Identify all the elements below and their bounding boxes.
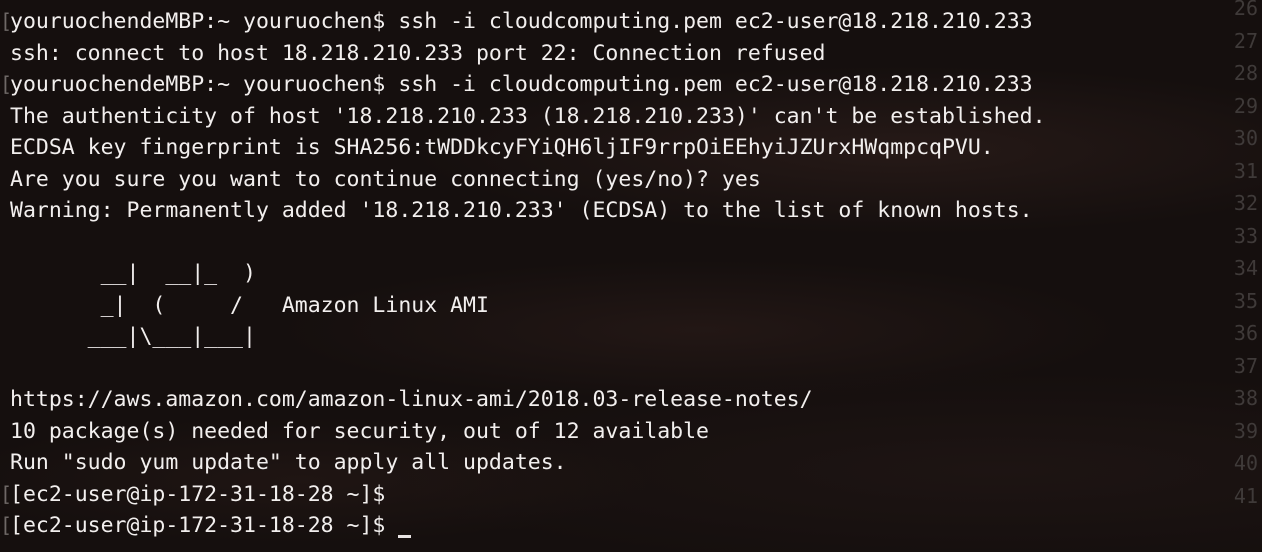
line-number: 26 xyxy=(1233,0,1258,20)
line-number: 27 xyxy=(1233,28,1258,53)
line-number: 28 xyxy=(1233,61,1258,85)
line-number: 29 xyxy=(1233,93,1258,118)
terminal-line-text: ECDSA key fingerprint is SHA256:tWDDkcyF… xyxy=(10,135,994,160)
line-number: 30 xyxy=(1233,126,1258,150)
terminal-line: https://aws.amazon.com/amazon-linux-ami/… xyxy=(10,384,813,415)
terminal-window[interactable]: [youruochendeMBP:~ youruochen$ ssh -i cl… xyxy=(0,0,1262,552)
line-number: 31 xyxy=(1233,158,1258,183)
terminal-line-text: [ec2-user@ip-172-31-18-28 ~]$ xyxy=(10,481,386,507)
line-number: 33 xyxy=(1233,223,1258,248)
terminal-line-text: The authenticity of host '18.218.210.233… xyxy=(10,103,1046,129)
line-marker: [ xyxy=(0,513,13,537)
line-marker: [ xyxy=(0,9,13,33)
terminal-line: [[ec2-user@ip-172-31-18-28 ~]$ xyxy=(0,510,412,541)
terminal-line-text: Are you sure you want to continue connec… xyxy=(10,166,761,192)
line-number: 32 xyxy=(1233,191,1258,215)
terminal-line: ECDSA key fingerprint is SHA256:tWDDkcyF… xyxy=(10,132,994,163)
line-number: 35 xyxy=(1233,288,1258,313)
terminal-line-text: __| __|_ ) xyxy=(10,261,256,286)
terminal-line-text: youruochendeMBP:~ youruochen$ ssh -i clo… xyxy=(10,9,1033,34)
terminal-line: [youruochendeMBP:~ youruochen$ ssh -i cl… xyxy=(0,69,1033,100)
terminal-line: Are you sure you want to continue connec… xyxy=(10,164,761,195)
line-number-gutter: 26 27 28 29 30 31 32 33 34 35 36 37 38 39 40 41 xyxy=(1222,0,1262,552)
terminal-line-text: youruochendeMBP:~ youruochen$ ssh -i clo… xyxy=(10,72,1033,97)
line-marker: [ xyxy=(0,72,13,96)
terminal-line: The authenticity of host '18.218.210.233… xyxy=(10,101,1046,132)
line-number: 38 xyxy=(1233,386,1258,410)
terminal-line: _| ( / Amazon Linux AMI xyxy=(10,290,489,321)
terminal-line-text: Warning: Permanently added '18.218.210.2… xyxy=(10,198,1033,223)
terminal-line: ssh: connect to host 18.218.210.233 port… xyxy=(10,38,825,69)
line-number: 39 xyxy=(1233,418,1258,443)
terminal-line-text: ___|\___|___| xyxy=(10,324,256,349)
terminal-line: [[ec2-user@ip-172-31-18-28 ~]$ xyxy=(0,479,385,510)
terminal-line: __| __|_ ) xyxy=(10,258,256,289)
terminal-line-text: https://aws.amazon.com/amazon-linux-ami/… xyxy=(10,387,813,412)
line-number: 36 xyxy=(1233,321,1258,345)
terminal-line-text: ssh: connect to host 18.218.210.233 port… xyxy=(10,40,826,66)
terminal-line: [youruochendeMBP:~ youruochen$ ssh -i cl… xyxy=(0,6,1033,37)
text-cursor xyxy=(398,535,412,538)
line-number: 40 xyxy=(1233,451,1258,475)
terminal-line: ___|\___|___| xyxy=(10,321,256,352)
terminal-line-text: [ec2-user@ip-172-31-18-28 ~]$ xyxy=(10,513,386,538)
terminal-line-text: Run "sudo yum update" to apply all updat… xyxy=(10,450,567,475)
line-number: 34 xyxy=(1233,256,1258,280)
terminal-line-text: 10 package(s) needed for security, out o… xyxy=(10,418,709,444)
line-marker: [ xyxy=(0,481,13,506)
terminal-line: Run "sudo yum update" to apply all updat… xyxy=(10,447,567,478)
terminal-line-text: _| ( / Amazon Linux AMI xyxy=(10,292,489,318)
line-number: 37 xyxy=(1233,353,1258,378)
line-number: 41 xyxy=(1233,483,1258,508)
terminal-line: Warning: Permanently added '18.218.210.2… xyxy=(10,195,1033,226)
terminal-line: 10 package(s) needed for security, out o… xyxy=(10,416,709,447)
